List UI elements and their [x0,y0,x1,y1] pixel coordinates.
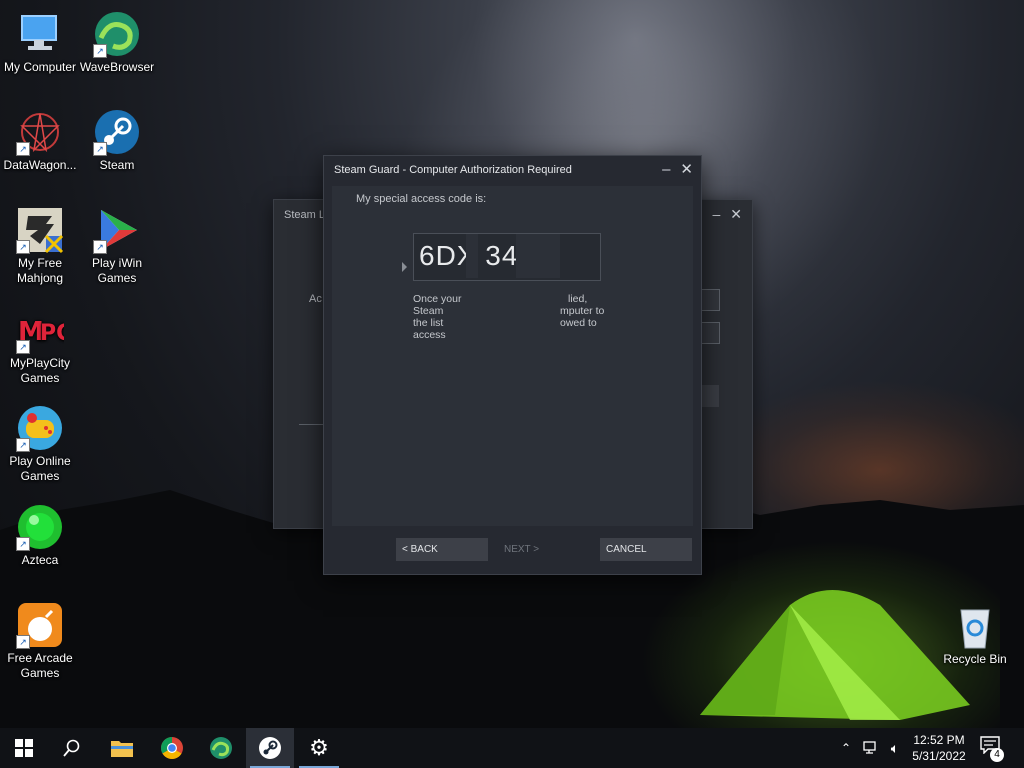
dialog-footer: < BACK NEXT > CANCEL [324,528,701,574]
clock-date[interactable]: 5/31/2022 [901,749,977,763]
taskbar-chrome[interactable] [148,728,196,768]
steam-guard-window[interactable]: Steam Guard - Computer Authorization Req… [323,155,702,575]
wavebrowser-icon: ↗ [93,10,141,58]
shortcut-arrow-icon: ↗ [93,44,107,58]
account-label: Ac [309,293,322,305]
volume-icon: 🔈︎ [890,739,900,756]
desktop-icon-wavebrowser[interactable]: ↗ WaveBrowser [77,10,157,75]
shortcut-arrow-icon: ↗ [16,635,30,649]
desktop-icon-my-free-mahjong[interactable]: ↗ My Free Mahjong [0,206,80,286]
azteca-icon: ↗ [16,503,64,551]
back-button[interactable]: < BACK [396,538,488,561]
tray-overflow-button[interactable]: ⌃ [834,728,858,768]
window-title: Steam Guard - Computer Authorization Req… [334,164,572,176]
steam-icon [259,737,281,759]
desktop-icon-play-online-games[interactable]: ↗ Play Online Games [0,404,80,484]
shortcut-arrow-icon: ↗ [93,142,107,156]
content-panel: My special access code is: 6DX 34 Once y… [332,186,693,526]
desktop-icon-steam[interactable]: ↗ Steam [77,108,157,173]
minimize-icon[interactable]: – [662,161,670,178]
info-text-right: lied, mputer to owed to [560,293,750,329]
desktop-icon-recycle-bin[interactable]: Recycle Bin [935,602,1015,667]
taskbar-settings[interactable]: ⚙ [295,728,343,768]
info-line: mputer to [560,305,605,317]
notification-count-badge: 4 [990,748,1004,762]
svg-text:PC: PC [40,321,64,346]
start-button[interactable] [0,728,48,768]
taskbar: ⚙ ⌃ 🔈︎ 12:52 PM 5/31/2022 4 [0,728,1024,768]
clock-time[interactable]: 12:52 PM [901,733,977,747]
folder-icon [111,741,133,757]
gear-icon: ⚙ [309,735,329,760]
taskbar-steam[interactable] [246,728,294,768]
shortcut-arrow-icon: ↗ [16,438,30,452]
datawagon-icon: ↗ [16,108,64,156]
info-line: lied, [568,293,588,305]
cancel-button[interactable]: CANCEL [600,538,692,561]
myplaycity-icon: M PC ↗ [16,306,72,354]
desktop-icon-label: Steam [99,158,135,172]
chrome-icon [161,737,183,759]
iwin-play-icon: ↗ [93,206,141,254]
desktop-icon-free-arcade-games[interactable]: ↗ Free Arcade Games [0,601,80,681]
close-icon[interactable]: ✕ [680,161,693,178]
tray-network[interactable] [860,728,882,768]
desktop-icon-label: Free Arcade Games [7,651,73,680]
window-controls: – ✕ [702,206,742,223]
gamepad-icon: ↗ [16,404,64,452]
arcade-bomb-icon: ↗ [16,601,64,649]
windows-icon [15,739,33,757]
arrow-icon [402,262,407,272]
desktop-icon-label: Play Online Games [9,454,71,483]
shortcut-arrow-icon: ↗ [93,240,107,254]
mahjong-icon: ↗ [16,206,64,254]
taskbar-file-explorer[interactable] [98,728,146,768]
search-icon [63,739,80,757]
close-icon[interactable]: ✕ [730,206,742,222]
shortcut-arrow-icon: ↗ [16,340,30,354]
taskbar-wavebrowser[interactable] [197,728,245,768]
shortcut-arrow-icon: ↗ [16,240,30,254]
shortcut-arrow-icon: ↗ [16,142,30,156]
desktop-icon-label: My Computer [3,60,77,74]
recycle-bin-icon [951,602,999,650]
access-code-label: My special access code is: [356,193,487,205]
chevron-up-icon: ⌃ [840,741,852,755]
desktop-icon-label: My Free Mahjong [16,256,64,285]
desktop-icon-my-computer[interactable]: My Computer [0,10,80,75]
next-button[interactable]: NEXT > [498,538,590,561]
desktop-icon-datawagon[interactable]: ↗ DataWagon... [0,108,80,173]
search-button[interactable] [48,728,96,768]
desktop-icon-label: Recycle Bin [943,652,1007,666]
divider [299,424,324,425]
desktop-icon-label: Play iWin Games [91,256,142,285]
window-title: Steam L [284,209,325,221]
redaction-block [466,234,478,278]
desktop-icon-label: DataWagon... [3,158,77,172]
desktop-icon-label: Azteca [21,553,59,567]
shortcut-arrow-icon: ↗ [16,537,30,551]
wavebrowser-icon [210,737,232,759]
network-icon [863,741,876,754]
desktop-icon-label: WaveBrowser [79,60,155,74]
desktop-icon-label: MyPlayCity Games [9,356,70,385]
info-line: owed to [560,317,597,329]
steam-icon: ↗ [93,108,141,156]
info-line: access [413,329,446,341]
window-controls: – ✕ [652,160,693,178]
minimize-icon[interactable]: – [712,206,720,222]
computer-icon [16,10,64,58]
desktop-icon-azteca[interactable]: ↗ Azteca [0,503,80,568]
desktop-icon-myplaycity[interactable]: M PC ↗ MyPlayCity Games [0,306,80,386]
desktop-icon-play-iwin-games[interactable]: ↗ Play iWin Games [77,206,157,286]
access-code-field[interactable]: 6DX 34 [413,233,601,281]
redaction-block [516,234,560,278]
